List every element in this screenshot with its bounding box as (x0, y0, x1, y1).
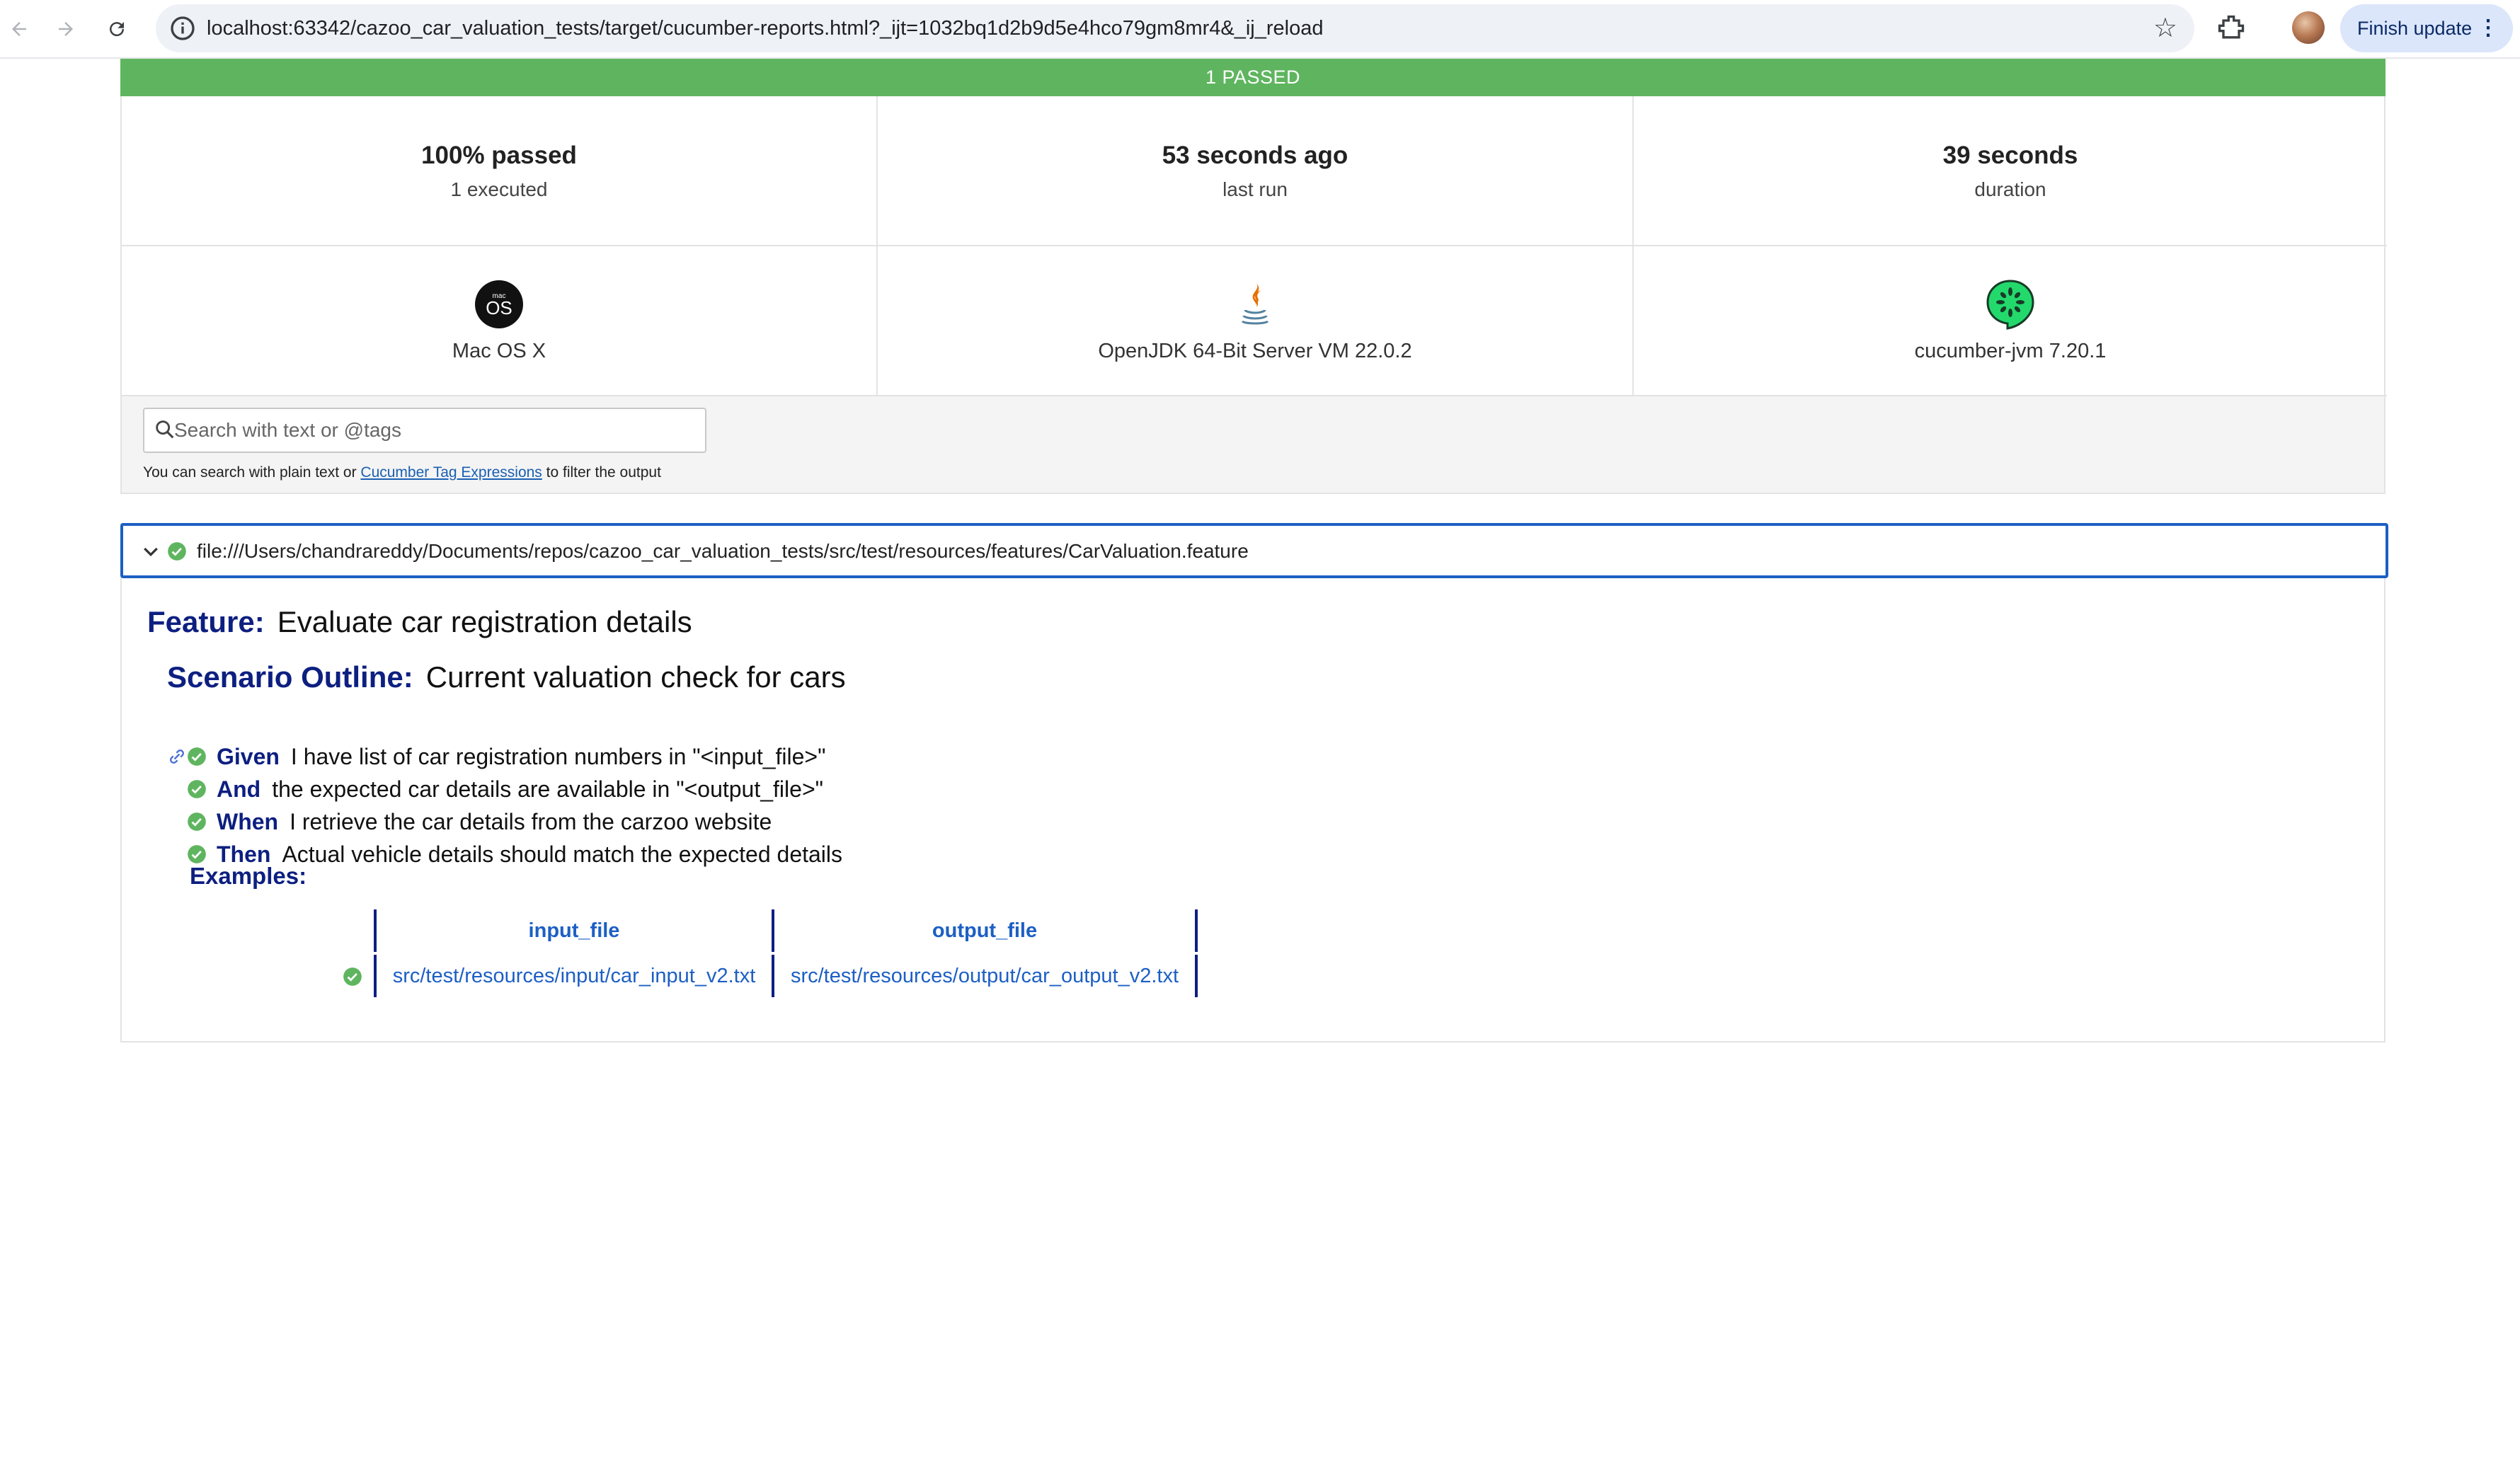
passed-banner: 1 PASSED (120, 59, 2386, 96)
search-section: You can search with plain text or Cucumb… (120, 396, 2386, 494)
finish-update-button[interactable]: Finish update ⋮ (2340, 4, 2513, 52)
stat-caption: last run (1222, 178, 1288, 200)
examples-header-cell: output_file (772, 909, 1198, 952)
env-runtime: OpenJDK 64-Bit Server VM 22.0.2 (876, 246, 1632, 396)
profile-avatar[interactable] (2292, 11, 2325, 44)
env-os: mac OS Mac OS X (122, 246, 876, 396)
step-keyword: And (217, 776, 261, 802)
passed-status-icon (168, 542, 186, 561)
bookmark-star-icon[interactable]: ☆ (2153, 11, 2177, 45)
scenario-name: Current valuation check for cars (425, 660, 846, 694)
runtime-label: OpenJDK 64-Bit Server VM 22.0.2 (1098, 340, 1412, 362)
site-info-icon[interactable] (168, 14, 197, 42)
extensions-icon[interactable] (2216, 13, 2247, 44)
passed-status-icon (188, 747, 206, 766)
stat-value: 100% passed (421, 142, 577, 169)
examples-header-cell: input_file (374, 909, 772, 952)
chevron-down-icon[interactable] (140, 541, 161, 563)
passed-status-icon (188, 780, 206, 798)
stat-passed: 100% passed 1 executed (122, 96, 876, 246)
execution-stats: 100% passed 1 executed 53 seconds ago la… (120, 96, 2387, 246)
cucumber-icon (1986, 280, 2034, 330)
examples-label: Examples: (190, 863, 307, 889)
reload-icon[interactable] (98, 10, 136, 48)
java-icon (1241, 283, 1269, 325)
tag-expressions-link[interactable]: Cucumber Tag Expressions (360, 464, 542, 481)
feature-file-path[interactable]: file:///Users/chandrareddy/Documents/rep… (197, 526, 1249, 577)
stat-last-run: 53 seconds ago last run (876, 96, 1632, 246)
back-arrow-icon[interactable] (0, 10, 38, 48)
finish-update-label: Finish update (2357, 18, 2473, 39)
step-keyword: When (217, 808, 279, 834)
stat-value: 39 seconds (1942, 142, 2078, 169)
step-text: the expected car details are available i… (272, 776, 823, 802)
passed-status-icon (188, 812, 206, 831)
step-keyword: Given (217, 743, 280, 769)
env-tool: cucumber-jvm 7.20.1 (1632, 246, 2387, 396)
link-icon[interactable] (167, 747, 187, 766)
search-help-suffix: to filter the output (542, 464, 661, 481)
step-text: Actual vehicle details should match the … (282, 841, 843, 867)
more-menu-icon[interactable]: ⋮ (2478, 4, 2499, 52)
search-help-prefix: You can search with plain text or (143, 464, 361, 481)
cucumber-report: 1 PASSED 100% passed 1 executed 53 secon… (120, 59, 2388, 1042)
feature-title: Feature: Evaluate car registration detail… (147, 605, 692, 639)
search-input[interactable] (173, 409, 697, 452)
os-label: Mac OS X (452, 340, 546, 362)
stat-duration: 39 seconds duration (1632, 96, 2387, 246)
browser-toolbar: localhost:63342/cazoo_car_valuation_test… (0, 0, 2520, 59)
step-text: I have list of car registration numbers … (290, 743, 826, 769)
feature-keyword: Feature: (147, 605, 265, 638)
environment-info: mac OS Mac OS X OpenJDK 64-Bit Server VM… (120, 246, 2387, 396)
search-help-text: You can search with plain text or Cucumb… (143, 464, 661, 481)
step-text: I retrieve the car details from the carz… (290, 808, 772, 834)
stat-caption: duration (1974, 178, 2046, 200)
search-box[interactable] (143, 408, 706, 453)
feature-accordion-header[interactable]: file:///Users/chandrareddy/Documents/rep… (120, 523, 2388, 578)
url-text[interactable]: localhost:63342/cazoo_car_valuation_test… (207, 4, 1323, 52)
stat-value: 53 seconds ago (1162, 142, 1348, 169)
svg-text:OS: OS (486, 297, 512, 318)
examples-data-cell[interactable]: src/test/resources/input/car_input_v2.tx… (374, 955, 772, 997)
tool-label: cucumber-jvm 7.20.1 (1914, 340, 2107, 362)
step-when: When I retrieve the car details from the… (187, 806, 772, 837)
scenario-keyword: Scenario Outline: (167, 660, 413, 694)
step-and: And the expected car details are availab… (187, 774, 823, 805)
feature-name: Evaluate car registration details (277, 605, 692, 638)
passed-status-icon (343, 967, 362, 986)
feature-panel: file:///Users/chandrareddy/Documents/rep… (120, 523, 2388, 1042)
stat-caption: 1 executed (450, 178, 548, 200)
forward-arrow-icon[interactable] (47, 10, 85, 48)
scenario-title: Scenario Outline: Current valuation check… (167, 660, 846, 694)
macos-icon: mac OS (475, 280, 523, 328)
examples-data-cell[interactable]: src/test/resources/output/car_output_v2.… (772, 955, 1198, 997)
address-bar[interactable]: localhost:63342/cazoo_car_valuation_test… (156, 4, 2194, 52)
passed-status-icon (188, 845, 206, 863)
step-given: Given I have list of car registration nu… (167, 741, 825, 772)
